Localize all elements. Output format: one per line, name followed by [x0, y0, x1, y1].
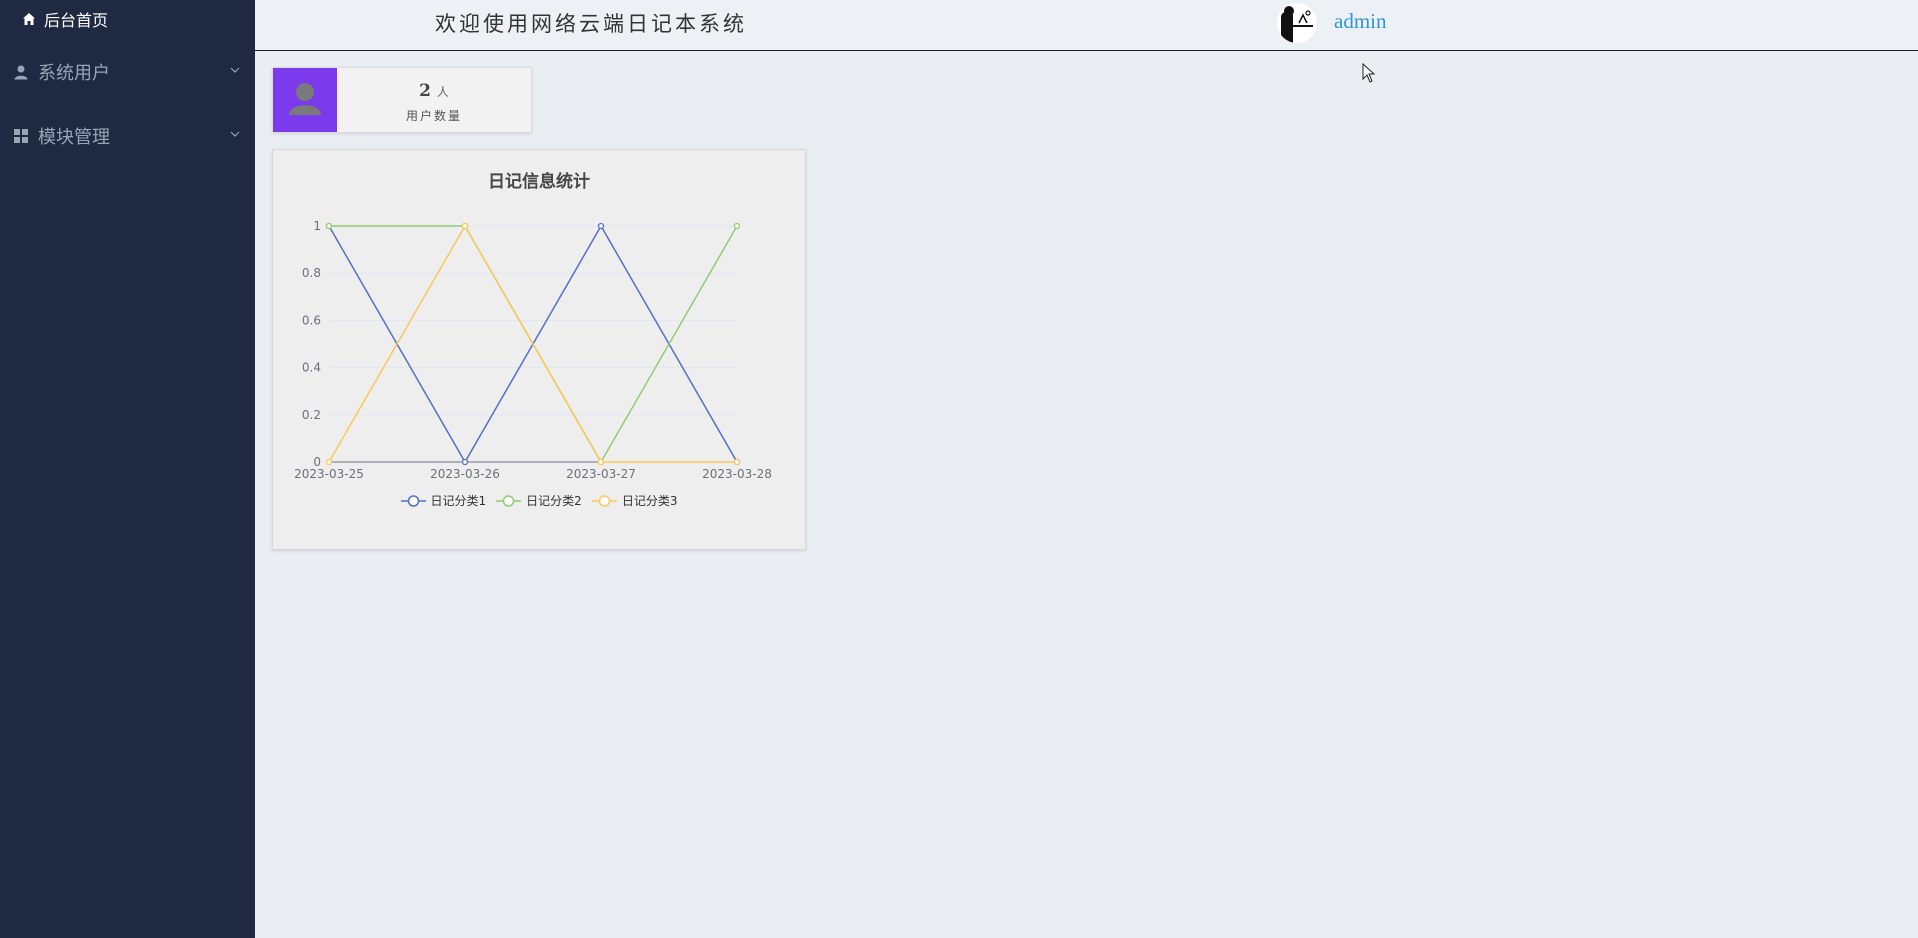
x-tick-label: 2023-03-28	[702, 467, 772, 481]
sidebar-item-label: 模块管理	[38, 127, 110, 148]
x-tick-label: 2023-03-27	[566, 467, 636, 481]
legend-item[interactable]: 日记分类3	[591, 492, 678, 509]
user-silhouette-icon	[289, 83, 321, 115]
legend-label: 日记分类1	[430, 494, 487, 508]
user-count-label: 用户数量	[405, 109, 462, 123]
mouse-cursor-icon	[1362, 63, 1376, 83]
data-point	[733, 458, 741, 466]
y-tick-label: 1	[313, 219, 321, 233]
chevron-down-icon	[230, 67, 240, 73]
user-count-card: 2人 用户数量	[272, 67, 532, 133]
line-chart: 00.20.40.60.812023-03-25 2023-03-26 2023-0…	[294, 219, 772, 481]
data-point	[325, 222, 333, 230]
legend-symbol	[400, 494, 426, 507]
top-header: 欢迎使用网络云端日记本系统 admin	[255, 0, 1918, 51]
series-line	[328, 224, 737, 463]
legend-symbol	[496, 494, 522, 507]
stat-count: 2人	[337, 81, 531, 101]
sidebar-item-system-users[interactable]: 系统用户	[14, 58, 240, 86]
data-point	[733, 222, 741, 230]
diary-stats-chart-card: 0 0.2 0.4 0.6 0.8 1 2023-03-25 2023-03-26 2023-0…	[272, 149, 806, 550]
legend-item[interactable]: 日记分类2	[496, 492, 582, 509]
avatar-cartoon-icon	[1281, 6, 1313, 43]
sidebar-item-label: 系统用户	[38, 63, 110, 84]
stat-icon-box	[273, 68, 337, 132]
x-tick-label: 2023-03-26	[430, 467, 500, 481]
chart-title: 日记信息统计	[488, 172, 590, 192]
legend-label: 日记分类3	[621, 494, 678, 508]
data-point	[325, 458, 333, 466]
y-tick-label: 0.8	[302, 266, 321, 280]
welcome-title: 欢迎使用网络云端日记本系统	[435, 12, 747, 36]
user-count-value: 2	[419, 81, 431, 101]
home-icon	[23, 13, 35, 25]
data-point	[597, 222, 605, 230]
y-tick-label: 0.6	[302, 313, 321, 327]
avatar[interactable]	[1277, 3, 1317, 43]
legend-symbol	[591, 494, 617, 507]
chart-legend: 日记分类1 日记分类2 日记分类3	[273, 492, 805, 509]
username-link[interactable]: admin	[1334, 9, 1387, 34]
grid-icon	[14, 129, 28, 143]
legend-label: 日记分类2	[526, 494, 582, 508]
data-point	[597, 458, 605, 466]
user-count-unit: 人	[436, 85, 449, 99]
user-icon	[14, 65, 28, 79]
sidebar-item-home[interactable]: 后台首页	[22, 7, 108, 31]
x-tick-label: 2023-03-25	[294, 467, 364, 481]
y-tick-label: 0.2	[302, 408, 321, 422]
y-tick-label: 0.4	[302, 361, 321, 375]
legend-item[interactable]: 日记分类1	[400, 492, 487, 509]
sidebar: 后台首页 系统用户 模块管理	[0, 0, 255, 938]
sidebar-item-home-label: 后台首页	[44, 11, 109, 30]
data-point	[461, 222, 469, 230]
data-point	[461, 458, 469, 466]
chevron-down-icon	[230, 131, 240, 137]
sidebar-item-module-management[interactable]: 模块管理	[14, 122, 240, 150]
